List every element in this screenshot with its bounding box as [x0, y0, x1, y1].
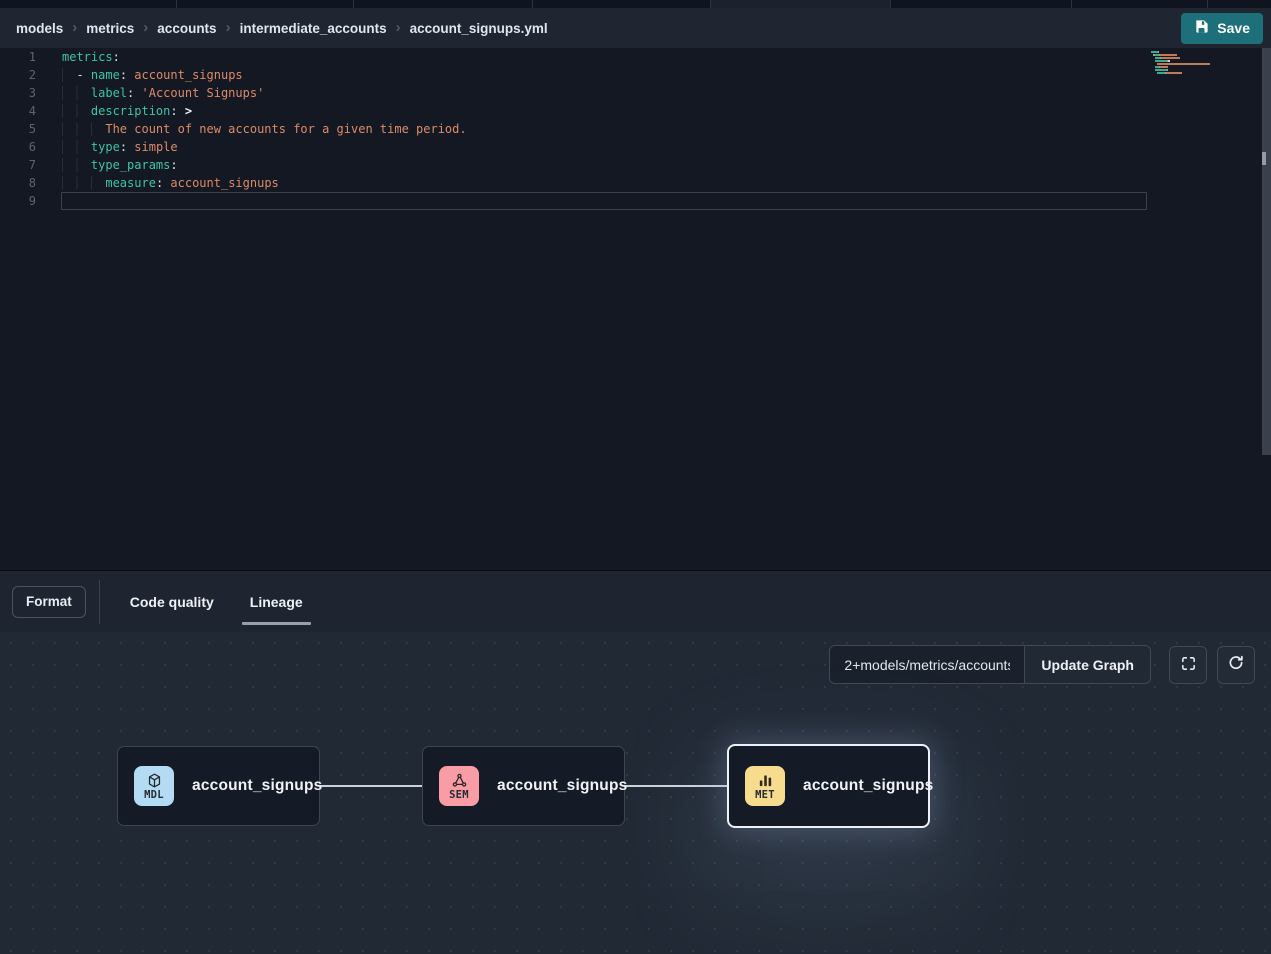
minimap-line — [1151, 60, 1255, 62]
code-line: The count of new accounts for a given ti… — [62, 120, 1147, 138]
tab-label: Code quality — [130, 594, 214, 610]
editor-tab[interactable] — [354, 0, 533, 8]
node-type-label: MET — [755, 789, 775, 801]
editor-tab[interactable] — [711, 0, 891, 8]
tab-lineage[interactable]: Lineage — [232, 571, 321, 632]
editor-tab[interactable] — [1072, 0, 1208, 8]
breadcrumb-bar: models › metrics › accounts › intermediate_acc… — [0, 8, 1271, 48]
save-label: Save — [1217, 20, 1250, 36]
refresh-arrow-icon — [1227, 654, 1245, 675]
panel-tabs: Code quality Lineage — [112, 571, 321, 632]
minimap-line — [1151, 51, 1255, 53]
selector-group: Update Graph — [829, 645, 1151, 684]
lineage-node-mdl[interactable]: MDL account_signups — [117, 746, 320, 826]
node-type-badge: SEM — [439, 766, 479, 806]
lineage-selector-input[interactable] — [830, 646, 1024, 683]
editor-tab[interactable] — [0, 0, 177, 8]
code-line: - name: account_signups — [62, 66, 1147, 84]
save-button[interactable]: Save — [1181, 13, 1263, 44]
node-label: account_signups — [497, 777, 627, 795]
divider — [99, 580, 100, 624]
minimap-line — [1151, 66, 1255, 68]
app-root: models › metrics › accounts › intermediate_acc… — [0, 0, 1271, 954]
lineage-edge — [320, 785, 422, 787]
breadcrumb-item[interactable]: account_signups.yml — [410, 21, 548, 36]
tab-label: Lineage — [250, 594, 303, 610]
line-number: 2 — [0, 66, 36, 84]
code-line: label: 'Account Signups' — [62, 84, 1147, 102]
breadcrumb-item[interactable]: accounts — [157, 21, 216, 36]
code-line: description: > — [62, 102, 1147, 120]
minimap-line — [1151, 57, 1255, 59]
code-line: metrics: — [62, 48, 1147, 66]
metric-chart-icon — [757, 772, 774, 789]
line-number: 8 — [0, 174, 36, 192]
editor-tab[interactable] — [891, 0, 1072, 8]
line-number: 7 — [0, 156, 36, 174]
breadcrumb-item[interactable]: intermediate_accounts — [240, 21, 387, 36]
editor-tab[interactable] — [177, 0, 354, 8]
chevron-right-icon: › — [72, 20, 77, 35]
line-number: 3 — [0, 84, 36, 102]
editor-tab-strip — [0, 0, 1271, 8]
minimap-line — [1151, 75, 1255, 77]
minimap-line — [1151, 69, 1255, 71]
lineage-node-sem[interactable]: SEM account_signups — [422, 746, 625, 826]
lineage-edge — [625, 785, 727, 787]
code-line — [61, 192, 1147, 210]
tab-code-quality[interactable]: Code quality — [112, 571, 232, 632]
bottom-panel: Format Code quality Lineage Update Graph — [0, 570, 1271, 954]
expand-corners-icon — [1180, 655, 1197, 675]
line-number: 6 — [0, 138, 36, 156]
panel-header: Format Code quality Lineage — [0, 571, 1271, 632]
editor-scrollbar[interactable] — [1262, 48, 1271, 455]
node-type-badge: MDL — [134, 766, 174, 806]
minimap-line — [1151, 72, 1255, 74]
floppy-disk-icon — [1194, 19, 1209, 37]
model-cube-icon — [146, 772, 163, 789]
node-type-badge: MET — [745, 766, 785, 806]
update-graph-button[interactable]: Update Graph — [1024, 646, 1150, 683]
code-content[interactable]: metrics: - name: account_signups label: … — [62, 48, 1147, 570]
breadcrumb: models › metrics › accounts › intermediate_acc… — [16, 21, 548, 36]
chevron-right-icon: › — [226, 20, 231, 35]
breadcrumb-item[interactable]: metrics — [86, 21, 134, 36]
minimap-line — [1151, 54, 1255, 56]
code-line: type_params: — [62, 156, 1147, 174]
lineage-toolbar: Update Graph — [829, 645, 1255, 684]
line-number: 4 — [0, 102, 36, 120]
node-label: account_signups — [192, 777, 322, 795]
editor-tab[interactable] — [1208, 0, 1271, 8]
node-label: account_signups — [803, 777, 933, 795]
line-number: 5 — [0, 120, 36, 138]
line-number: 1 — [0, 48, 36, 66]
format-button[interactable]: Format — [12, 586, 86, 618]
semantic-model-icon — [451, 772, 468, 789]
chevron-right-icon: › — [396, 20, 401, 35]
editor-tab[interactable] — [533, 0, 711, 8]
node-type-label: SEM — [449, 789, 469, 801]
chevron-right-icon: › — [143, 20, 148, 35]
fullscreen-button[interactable] — [1169, 646, 1207, 684]
code-line: measure: account_signups — [62, 174, 1147, 192]
line-number: 9 — [0, 192, 36, 210]
lineage-node-met[interactable]: MET account_signups — [727, 744, 930, 828]
refresh-button[interactable] — [1217, 646, 1255, 684]
breadcrumb-item[interactable]: models — [16, 21, 63, 36]
lineage-canvas[interactable]: Update Graph — [0, 632, 1271, 954]
minimap-line — [1151, 63, 1255, 65]
line-number-gutter: 123456789 — [0, 48, 36, 570]
code-editor[interactable]: 123456789 metrics: - name: account_signu… — [0, 48, 1271, 570]
code-line: type: simple — [62, 138, 1147, 156]
scrollbar-handle[interactable] — [1262, 152, 1266, 165]
minimap[interactable] — [1151, 51, 1255, 78]
node-type-label: MDL — [144, 789, 164, 801]
